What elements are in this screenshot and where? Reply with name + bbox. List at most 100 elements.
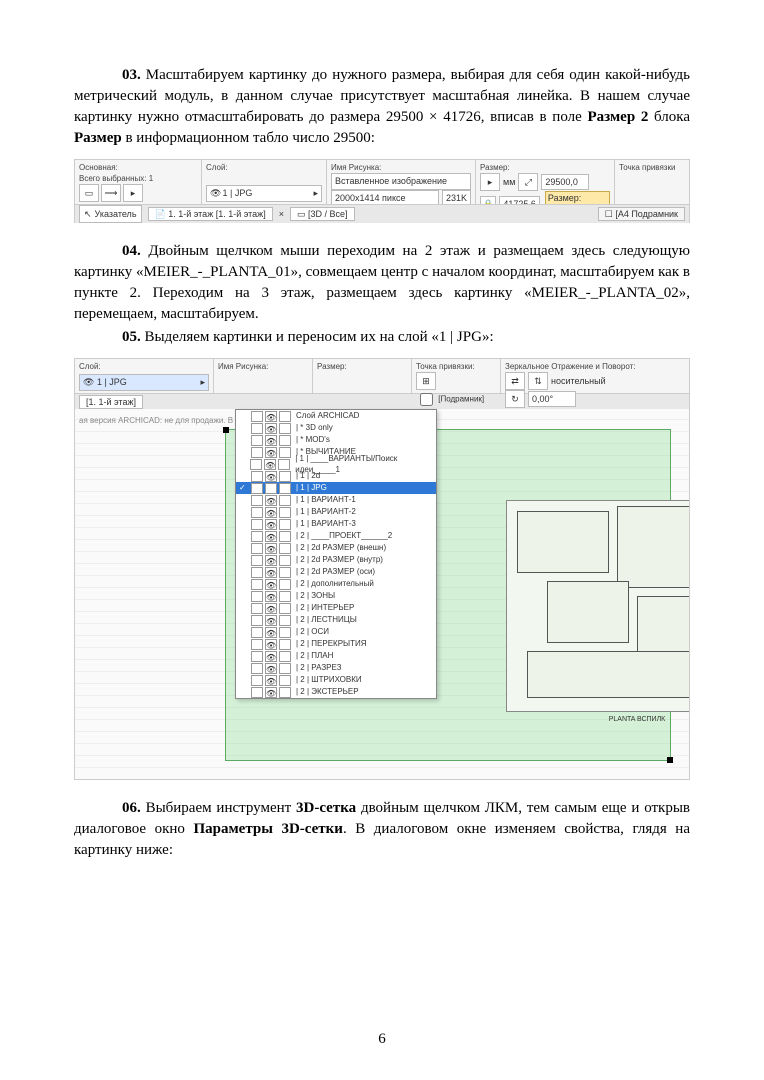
wire-icon[interactable] [279, 603, 291, 614]
lock-icon[interactable] [251, 675, 263, 686]
layer-row[interactable]: 👁| 2 | ____ПРОЕКТ______2 [236, 530, 436, 542]
eye-icon[interactable]: 👁 [265, 675, 277, 686]
lock-icon[interactable] [251, 519, 263, 530]
lock-icon[interactable] [251, 639, 263, 650]
lock-icon[interactable] [251, 687, 263, 698]
wire-icon[interactable] [279, 687, 291, 698]
tool-button[interactable]: ▸ [123, 184, 143, 202]
eye-icon[interactable]: 👁 [265, 615, 277, 626]
wire-icon[interactable] [279, 543, 291, 554]
layer-row[interactable]: 👁Слой ARCHICAD [236, 410, 436, 422]
mirror-v-icon[interactable]: ⇅ [528, 372, 548, 390]
layer-row[interactable]: ✓👁| 1 | JPG [236, 482, 436, 494]
layer-row[interactable]: 👁| * 3D only [236, 422, 436, 434]
wire-icon[interactable] [279, 531, 291, 542]
lock-icon[interactable] [251, 567, 263, 578]
layer-dropdown[interactable]: 👁 1 | JPG ▸ [206, 185, 322, 202]
lock-icon[interactable] [251, 555, 263, 566]
eye-icon[interactable]: 👁 [265, 507, 277, 518]
eye-icon[interactable]: 👁 [265, 483, 277, 494]
rotation-input[interactable]: 0,00° [528, 391, 576, 408]
ss2-tab-floor1[interactable]: [1. 1-й этаж] [79, 395, 143, 410]
subframe-checkbox[interactable] [420, 393, 433, 406]
layer-row[interactable]: 👁| 2 | 2d РАЗМЕР (внешн) [236, 542, 436, 554]
lock-icon[interactable] [251, 543, 263, 554]
eye-icon[interactable]: 👁 [265, 411, 277, 422]
eye-icon[interactable]: 👁 [265, 579, 277, 590]
eye-icon[interactable]: 👁 [265, 663, 277, 674]
tool-button[interactable]: ▭ [79, 184, 99, 202]
view-tab-floor1[interactable]: 📄 1. 1-й этаж [1. 1-й этаж] [148, 207, 273, 222]
lock-icon[interactable] [251, 495, 263, 506]
size-icon[interactable]: ⤢ [518, 173, 538, 191]
lock-icon[interactable] [251, 411, 263, 422]
wire-icon[interactable] [279, 423, 291, 434]
drawing-canvas[interactable]: ая версия ARCHICAD: не для продажи. В по… [75, 409, 689, 779]
layer-row[interactable]: 👁| 1 | ВАРИАНТ-3 [236, 518, 436, 530]
view-tab-layout[interactable]: ☐ [A4 Подрамник [598, 207, 685, 222]
lock-icon[interactable] [251, 447, 263, 458]
eye-icon[interactable]: 👁 [265, 639, 277, 650]
wire-icon[interactable] [279, 507, 291, 518]
layer-popup[interactable]: 👁Слой ARCHICAD👁| * 3D only👁| * MOD's👁| *… [235, 409, 437, 699]
eye-icon[interactable]: 👁 [265, 531, 277, 542]
wire-icon[interactable] [279, 663, 291, 674]
layer-row[interactable]: 👁| 2 | ЛЕСТНИЦЫ [236, 614, 436, 626]
eye-icon[interactable]: 👁 [265, 543, 277, 554]
wire-icon[interactable] [279, 447, 291, 458]
eye-icon[interactable]: 👁 [265, 567, 277, 578]
tab-close-icon[interactable]: × [279, 208, 284, 221]
layer-row[interactable]: 👁| 1 | ВАРИАНТ-1 [236, 494, 436, 506]
lock-icon[interactable] [250, 459, 262, 470]
layer-row[interactable]: 👁| 2 | ИНТЕРЬЕР [236, 602, 436, 614]
eye-icon[interactable]: 👁 [265, 651, 277, 662]
wire-icon[interactable] [279, 435, 291, 446]
lock-icon[interactable] [251, 663, 263, 674]
view-tab-3d[interactable]: ▭ [3D / Все] [290, 207, 355, 222]
layer-row[interactable]: 👁| 2 | РАЗРЕЗ [236, 662, 436, 674]
layer-row[interactable]: 👁| 2 | ПЕРЕКРЫТИЯ [236, 638, 436, 650]
layer-row[interactable]: 👁| 2 | ПЛАН [236, 650, 436, 662]
wire-icon[interactable] [278, 459, 290, 470]
lock-icon[interactable] [251, 483, 263, 494]
wire-icon[interactable] [279, 567, 291, 578]
layer-row[interactable]: 👁| 2 | ШТРИХОВКИ [236, 674, 436, 686]
wire-icon[interactable] [279, 615, 291, 626]
eye-icon[interactable]: 👁 [265, 591, 277, 602]
rotate-icon[interactable]: ↻ [505, 390, 525, 408]
wire-icon[interactable] [279, 591, 291, 602]
eye-icon[interactable]: 👁 [265, 435, 277, 446]
eye-icon[interactable]: 👁 [265, 555, 277, 566]
wire-icon[interactable] [279, 627, 291, 638]
layer-row[interactable]: 👁| 2 | ОСИ [236, 626, 436, 638]
lock-icon[interactable] [251, 579, 263, 590]
wire-icon[interactable] [279, 651, 291, 662]
anchor-grid-icon[interactable]: ⊞ [416, 372, 436, 390]
eye-icon[interactable]: 👁 [265, 687, 277, 698]
lock-icon[interactable] [251, 471, 263, 482]
layer-row[interactable]: 👁| 2 | 2d РАЗМЕР (внутр) [236, 554, 436, 566]
tool-pointer-button[interactable]: ↖Указатель [79, 205, 142, 223]
lock-icon[interactable] [251, 423, 263, 434]
eye-icon[interactable]: 👁 [265, 603, 277, 614]
size-toggle-icon[interactable]: ▸ [480, 173, 500, 191]
eye-icon[interactable]: 👁 [265, 627, 277, 638]
tool-button[interactable]: ⟶ [101, 184, 121, 202]
wire-icon[interactable] [279, 675, 291, 686]
lock-icon[interactable] [251, 591, 263, 602]
wire-icon[interactable] [279, 579, 291, 590]
wire-icon[interactable] [279, 639, 291, 650]
lock-icon[interactable] [251, 615, 263, 626]
layer-row[interactable]: 👁| * MOD's [236, 434, 436, 446]
wire-icon[interactable] [279, 471, 291, 482]
layer-row[interactable]: 👁| 2 | ЗОНЫ [236, 590, 436, 602]
wire-icon[interactable] [279, 483, 291, 494]
layer-row[interactable]: 👁| 2 | 2d РАЗМЕР (оси) [236, 566, 436, 578]
eye-icon[interactable]: 👁 [265, 423, 277, 434]
lock-icon[interactable] [251, 603, 263, 614]
wire-icon[interactable] [279, 519, 291, 530]
lock-icon[interactable] [251, 435, 263, 446]
eye-icon[interactable]: 👁 [265, 447, 277, 458]
eye-icon[interactable]: 👁 [265, 471, 277, 482]
eye-icon[interactable]: 👁 [265, 519, 277, 530]
